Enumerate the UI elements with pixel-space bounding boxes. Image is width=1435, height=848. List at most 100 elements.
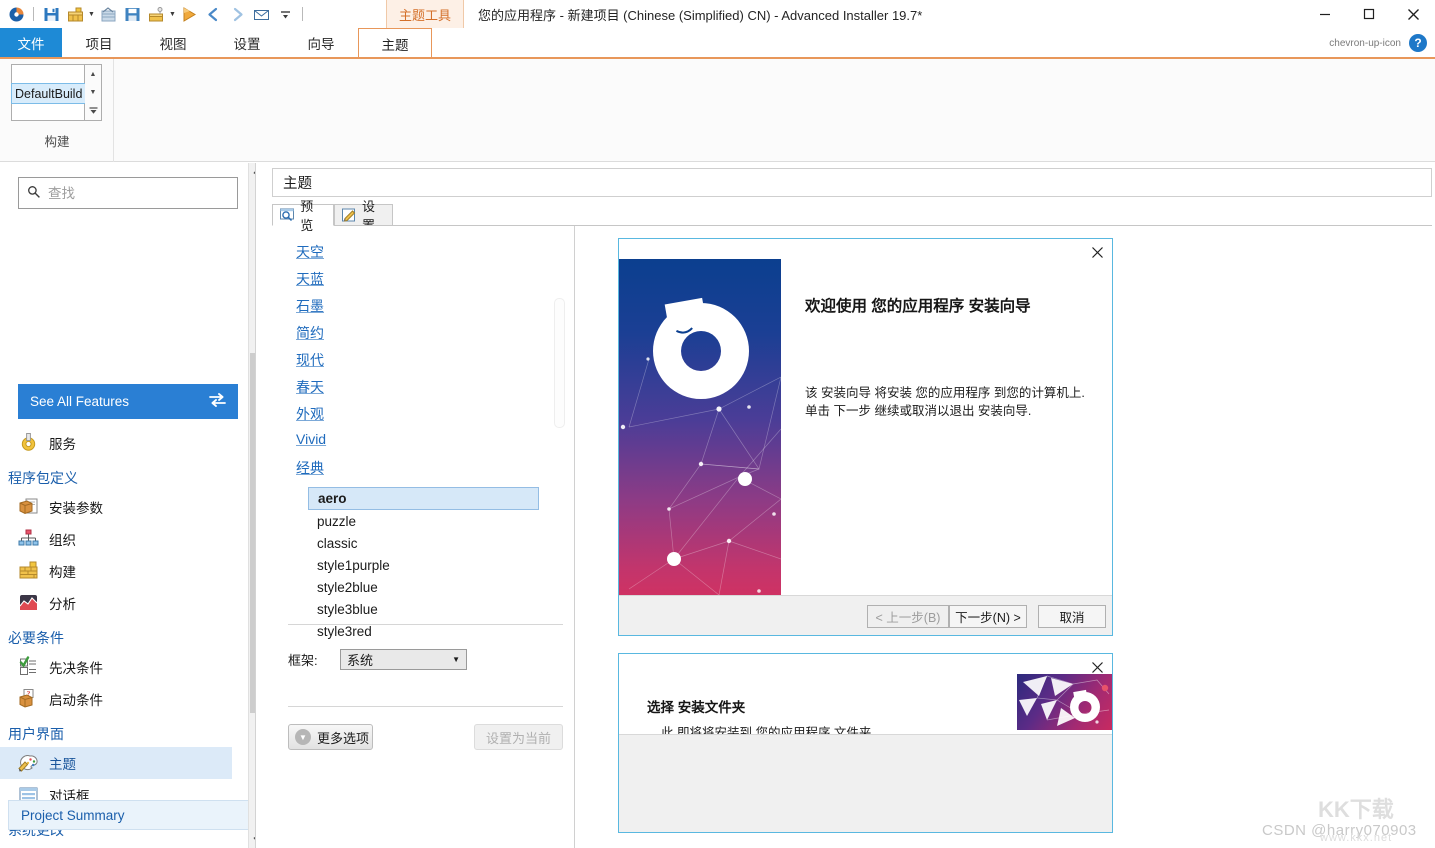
prerequisites-icon	[18, 656, 40, 678]
build-project-icon[interactable]	[64, 3, 86, 25]
maximize-icon[interactable]	[1347, 0, 1391, 28]
style-item-puzzle[interactable]: puzzle	[308, 510, 539, 532]
theme-link-vivid[interactable]: Vivid	[296, 431, 326, 447]
divider	[288, 624, 563, 625]
tab-preview[interactable]: 预览	[272, 204, 334, 226]
search-icon	[27, 185, 41, 202]
frame-select[interactable]: 系统 ▼	[340, 649, 467, 670]
save-icon[interactable]	[40, 3, 62, 25]
set-as-current-button[interactable]: 设置为当前	[474, 724, 563, 750]
chevron-down-icon: ▼	[452, 655, 460, 664]
build-dropdown-caret[interactable]: ▼	[87, 3, 96, 25]
theme-links-scrollbar[interactable]	[554, 298, 565, 428]
welcome-dialog-preview[interactable]: 欢迎使用 您的应用程序 安装向导 该 安装向导 将安装 您的应用程序 到您的计算…	[618, 238, 1113, 636]
sidebar-scrollbar-thumb[interactable]	[250, 353, 256, 713]
sidebar-group-package-definition: 程序包定义	[0, 468, 248, 488]
sidebar-item-label: 主题	[49, 753, 76, 773]
style-item-aero[interactable]: aero	[308, 487, 539, 510]
project-summary-button[interactable]: Project Summary	[8, 800, 256, 830]
sidebar-item-prerequisites[interactable]: 先决条件	[0, 651, 248, 683]
welcome-dialog-banner	[619, 259, 781, 595]
style-item-style1purple[interactable]: style1purple	[308, 554, 539, 576]
theme-link-classic[interactable]: 经典	[296, 458, 324, 478]
theme-link-look[interactable]: 外观	[296, 404, 324, 424]
more-options-button[interactable]: ▼ 更多选项	[288, 724, 373, 750]
back-button[interactable]: < 上一步(B)	[867, 605, 949, 628]
sidebar-item-services[interactable]: 服务	[0, 427, 248, 459]
search-box[interactable]	[18, 177, 238, 209]
welcome-dialog-footer: < 上一步(B) 下一步(N) > 取消	[619, 595, 1112, 635]
ribbon-tab-file[interactable]: 文件	[0, 28, 62, 58]
style-item-style3blue[interactable]: style3blue	[308, 598, 539, 620]
save-as-icon[interactable]	[121, 3, 143, 25]
themes-palette-icon	[18, 752, 40, 774]
advanced-installer-logo-icon[interactable]	[5, 3, 27, 25]
sidebar-item-build[interactable]: 构建	[0, 555, 248, 587]
theme-link-simple[interactable]: 简约	[296, 323, 324, 343]
scroll-down-icon[interactable]	[249, 831, 256, 848]
spinner-all-icon[interactable]	[85, 102, 101, 120]
sidebar-scrollbar[interactable]	[248, 163, 256, 848]
back-arrow-icon[interactable]	[202, 3, 224, 25]
ribbon-tab-theme[interactable]: 主题	[358, 28, 432, 58]
run-setup-icon[interactable]	[97, 3, 119, 25]
tab-settings[interactable]: 设置	[334, 204, 393, 226]
sidebar-item-organization[interactable]: 组织	[0, 523, 248, 555]
watermark-kk: KK下载	[1318, 792, 1394, 824]
run-icon[interactable]	[178, 3, 200, 25]
quick-access-toolbar: ▼ ▼	[0, 0, 308, 28]
sidebar-item-label: 构建	[49, 561, 76, 581]
folder-dialog-preview[interactable]: 选择 安装文件夹 此 即将将安装到 您的应用程序 文件夹.	[618, 653, 1113, 833]
sidebar-item-launch-conditions[interactable]: ? 启动条件	[0, 683, 248, 715]
package-dropdown-caret[interactable]: ▼	[168, 3, 177, 25]
close-icon[interactable]	[1391, 0, 1435, 28]
minimize-icon[interactable]	[1303, 0, 1347, 28]
build-selected-item[interactable]: DefaultBuild	[11, 83, 87, 104]
theme-link-modern[interactable]: 现代	[296, 350, 324, 370]
qat-separator-2	[302, 7, 303, 21]
cancel-button[interactable]: 取消	[1038, 605, 1106, 628]
ribbon-group-build: DefaultBuild ▲ ▼ 构建	[0, 59, 114, 162]
content-pane: 主题 预览 设置	[266, 166, 1435, 848]
ribbon-right-controls: chevron-up-icon ?	[1329, 28, 1435, 58]
ribbon-tab-project[interactable]: 项目	[62, 28, 136, 58]
sidebar-group-requirements: 必要条件	[0, 628, 248, 648]
sidebar-item-label: 先决条件	[49, 657, 103, 677]
ribbon-tab-view[interactable]: 视图	[136, 28, 210, 58]
theme-link-sky[interactable]: 天空	[296, 242, 324, 262]
help-icon[interactable]: ?	[1409, 34, 1427, 52]
spinner-down-icon[interactable]: ▼	[85, 83, 101, 101]
theme-link-azure[interactable]: 天蓝	[296, 269, 324, 289]
spinner-up-icon[interactable]: ▲	[85, 65, 101, 83]
package-icon[interactable]	[145, 3, 167, 25]
window-controls	[1303, 0, 1435, 28]
ribbon-tab-wizard[interactable]: 向导	[284, 28, 358, 58]
tab-label: 预览	[300, 196, 325, 234]
sidebar-item-analyze[interactable]: 分析	[0, 587, 248, 619]
theme-tools-context-tab[interactable]: 主题工具	[386, 0, 464, 28]
build-spinner[interactable]: ▲ ▼	[85, 64, 102, 121]
build-bricks-icon	[18, 560, 40, 582]
sidebar-item-environment-variables[interactable]: 环境变量	[0, 843, 248, 848]
theme-link-spring[interactable]: 春天	[296, 377, 324, 397]
sidebar-item-label: 组织	[49, 529, 76, 549]
theme-link-graphite[interactable]: 石墨	[296, 296, 324, 316]
frame-label: 框架:	[288, 650, 340, 669]
mail-icon[interactable]	[250, 3, 272, 25]
build-listbox[interactable]: DefaultBuild	[11, 64, 85, 121]
ribbon-tab-settings[interactable]: 设置	[210, 28, 284, 58]
puzzle-logo-icon	[1070, 689, 1100, 722]
qat-more-caret[interactable]	[274, 3, 296, 25]
see-all-features-button[interactable]: See All Features	[18, 384, 238, 419]
search-input[interactable]	[41, 185, 237, 202]
sidebar-item-themes[interactable]: 主题	[0, 747, 232, 779]
style-item-classic[interactable]: classic	[308, 532, 539, 554]
chevron-up-icon[interactable]: chevron-up-icon	[1329, 38, 1401, 49]
scroll-up-icon[interactable]	[249, 163, 256, 180]
sidebar-item-install-parameters[interactable]: 安装参数	[0, 491, 248, 523]
style-item-style2blue[interactable]: style2blue	[308, 576, 539, 598]
next-button[interactable]: 下一步(N) >	[949, 605, 1027, 628]
close-icon[interactable]	[1088, 243, 1106, 261]
preview-column: 欢迎使用 您的应用程序 安装向导 该 安装向导 将安装 您的应用程序 到您的计算…	[576, 226, 1432, 848]
forward-arrow-icon[interactable]	[226, 3, 248, 25]
